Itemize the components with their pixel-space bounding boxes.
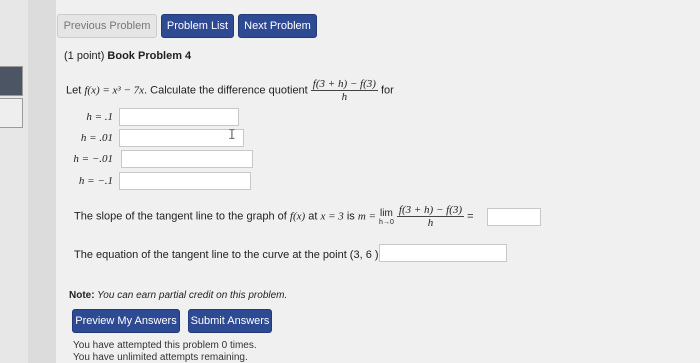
answer-input-h1[interactable] — [119, 108, 239, 126]
text-cursor-icon: I — [228, 128, 236, 143]
slope-quotient: f(3 + h) − f(3) h — [396, 204, 465, 229]
remaining-status: You have unlimited attempts remaining. — [73, 352, 248, 363]
function-expression: f(x) = x³ − 7x — [84, 84, 145, 97]
quotient-denominator: h — [341, 91, 348, 103]
partial-credit-note: Note: You can earn partial credit on thi… — [69, 290, 287, 301]
slope-m: m = — [357, 210, 376, 223]
answer-input-h2[interactable] — [119, 129, 244, 147]
tangent-answer-input[interactable] — [379, 244, 507, 262]
side-tab-active[interactable] — [0, 66, 23, 96]
for-label: for — [380, 84, 394, 97]
answer-input-h4[interactable] — [119, 172, 251, 190]
difference-quotient: f(3 + h) − f(3) h — [310, 78, 378, 103]
answer-input-h3[interactable] — [121, 150, 253, 168]
let-label: Let — [66, 84, 82, 97]
preview-answers-button[interactable]: Preview My Answers — [72, 309, 180, 333]
limit-operator: lim h→0 — [379, 208, 394, 226]
slope-text: The slope of the tangent line to the gra… — [74, 210, 287, 223]
slope-at-value: x = 3 — [320, 210, 344, 223]
problem-points: (1 point) — [64, 50, 105, 62]
slope-statement: The slope of the tangent line to the gra… — [74, 204, 474, 229]
tangent-statement: The equation of the tangent line to the … — [74, 249, 408, 261]
slope-at: at — [308, 210, 318, 223]
side-tab[interactable] — [0, 98, 23, 128]
slope-quotient-denominator: h — [427, 217, 434, 229]
h-label-4: h = −.1 — [78, 175, 113, 187]
slope-answer-input[interactable] — [487, 208, 541, 226]
quotient-numerator: f(3 + h) − f(3) — [310, 78, 378, 91]
h-label-2: h = .01 — [80, 132, 113, 144]
problem-list-button[interactable]: Problem List — [161, 14, 234, 38]
left-edge — [0, 0, 28, 363]
problem-name: Book Problem 4 — [107, 50, 192, 62]
previous-problem-button[interactable]: Previous Problem — [57, 14, 157, 38]
slope-function: f(x) — [289, 210, 306, 223]
limit-text: lim — [380, 207, 393, 219]
note-label: Note: — [69, 290, 95, 301]
problem-title: (1 point) Book Problem 4 — [64, 50, 191, 62]
note-text: You can earn partial credit on this prob… — [97, 290, 288, 301]
attempts-status: You have attempted this problem 0 times. — [73, 340, 257, 351]
next-problem-button[interactable]: Next Problem — [238, 14, 317, 38]
tangent-text: The equation of the tangent line to the … — [74, 249, 390, 261]
h-label-3: h = −.01 — [73, 153, 113, 165]
h-label-1: h = .1 — [86, 111, 113, 123]
problem-statement: Let f(x) = x³ − 7x. Calculate the differ… — [66, 78, 394, 103]
limit-subscript: h→0 — [379, 218, 394, 226]
submit-answers-button[interactable]: Submit Answers — [188, 309, 272, 333]
slope-is: is — [346, 210, 355, 223]
slope-equals: = — [467, 210, 474, 223]
statement-text: . Calculate the difference quotient — [144, 84, 308, 97]
slope-quotient-numerator: f(3 + h) − f(3) — [396, 204, 465, 217]
